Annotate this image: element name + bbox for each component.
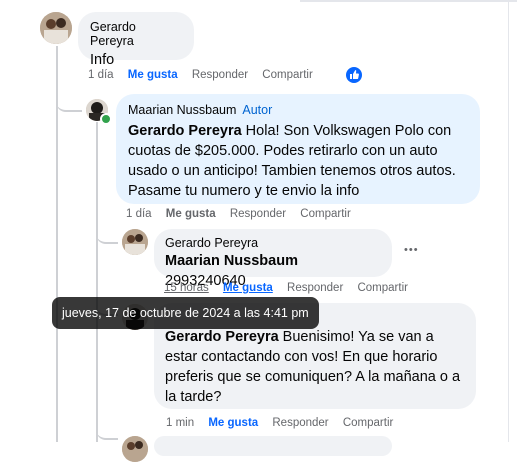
comment-text: Gerardo Pereyra Buenisimo! Ya se van a e… [165, 327, 465, 407]
share-button[interactable]: Compartir [262, 69, 312, 81]
like-button[interactable]: Me gusta [128, 69, 178, 81]
online-status-indicator [100, 113, 112, 125]
mention-link[interactable]: Gerardo Pereyra [128, 123, 242, 139]
avatar[interactable] [122, 436, 148, 462]
reply-button[interactable]: Responder [192, 69, 248, 81]
comment-actions: 15 horas Me gusta Responder Compartir [164, 282, 419, 294]
comment-header: Maarian Nussbaum Autor [128, 101, 468, 119]
reply-button[interactable]: Responder [287, 282, 343, 294]
reply-button[interactable]: Responder [230, 208, 286, 220]
comment-bubble: Gerardo Pereyra Maarian Nussbaum 2993240… [154, 229, 392, 289]
comment-bubble [154, 436, 392, 456]
mention-link[interactable]: Gerardo Pereyra [165, 329, 279, 345]
comment-bubble: Gerardo Pereyra Info [78, 12, 194, 68]
reply-button[interactable]: Responder [272, 417, 328, 429]
comment-author[interactable]: Gerardo Pereyra [90, 20, 182, 48]
right-divider [508, 0, 509, 442]
share-button[interactable]: Compartir [300, 208, 350, 220]
share-button[interactable]: Compartir [357, 282, 407, 294]
comment-time[interactable]: 1 día [126, 208, 152, 220]
comment-actions: 1 día Me gusta Responder Compartir [88, 69, 324, 81]
comment-actions: 1 min Me gusta Responder Compartir [166, 417, 404, 429]
mention-link[interactable]: Maarian Nussbaum [165, 253, 298, 269]
thumbs-up-icon [350, 70, 359, 79]
comment-time[interactable]: 1 min [166, 417, 194, 429]
avatar[interactable] [122, 229, 148, 255]
comment-bubble: Maarian Nussbaum Autor Gerardo Pereyra Ho… [116, 94, 480, 204]
comment-text: Info [90, 52, 115, 68]
profile-photo-icon [40, 12, 72, 44]
comment-time[interactable]: 1 día [88, 69, 114, 81]
comment-author[interactable]: Gerardo Pereyra [165, 236, 381, 250]
timestamp-tooltip: jueves, 17 de octubre de 2024 a las 4:41… [52, 297, 319, 329]
thread-curve-4 [96, 424, 118, 440]
comment-actions: 1 día Me gusta Responder Compartir [126, 208, 362, 220]
author-badge: Autor [242, 103, 273, 117]
profile-photo-icon [122, 229, 148, 255]
comment-author[interactable]: Maarian Nussbaum [128, 103, 236, 117]
thread-curve-2 [96, 228, 118, 244]
comment-time[interactable]: 15 horas [164, 282, 209, 294]
profile-photo-icon [122, 436, 148, 462]
avatar[interactable] [40, 12, 72, 44]
comment-text: Gerardo Pereyra Hola! Son Volkswagen Pol… [128, 121, 468, 201]
like-button[interactable]: Me gusta [223, 282, 273, 294]
like-reaction-icon[interactable] [346, 67, 362, 83]
like-button[interactable]: Me gusta [208, 417, 258, 429]
top-divider [300, 0, 517, 2]
share-button[interactable]: Compartir [343, 417, 393, 429]
like-button[interactable]: Me gusta [166, 208, 216, 220]
thread-line-reply [96, 122, 98, 442]
more-options-button[interactable]: ••• [404, 244, 419, 256]
thread-curve-1 [56, 80, 82, 112]
